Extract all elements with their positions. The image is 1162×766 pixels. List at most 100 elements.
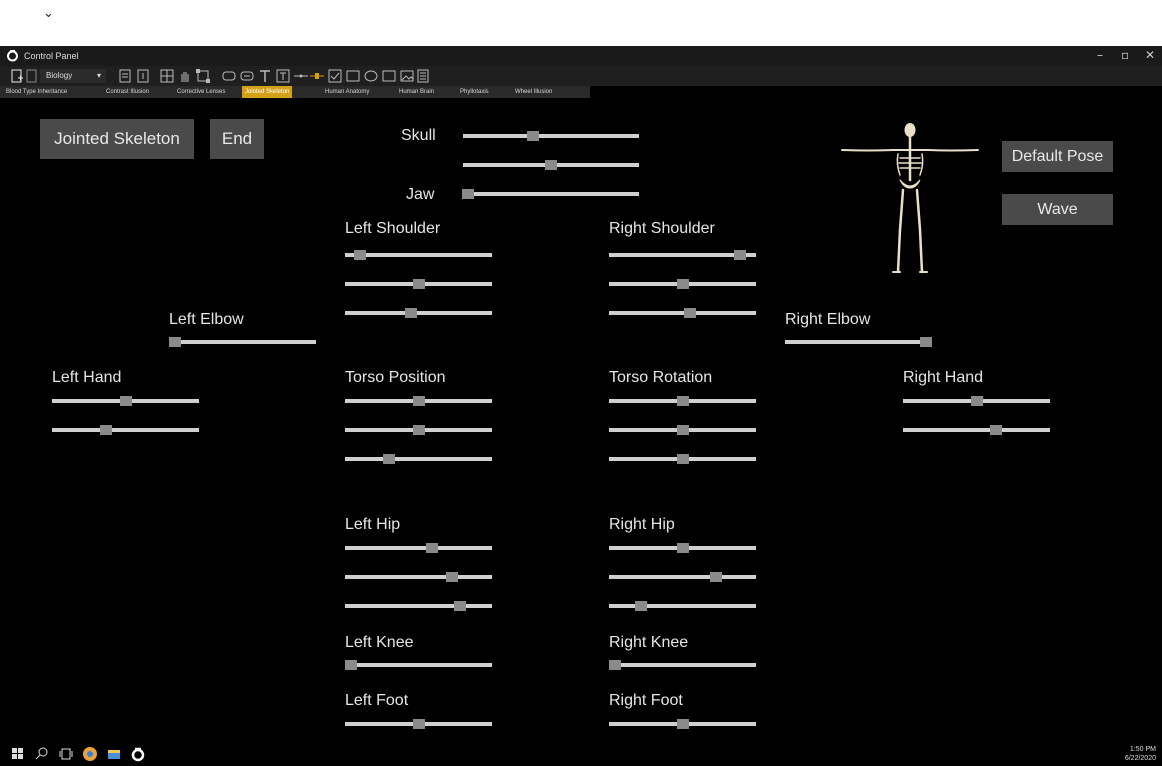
connector-icon[interactable] bbox=[294, 69, 308, 83]
minimize-button[interactable]: – bbox=[1097, 48, 1103, 62]
end-button[interactable]: End bbox=[210, 119, 264, 159]
wave-button[interactable]: Wave bbox=[1002, 194, 1113, 225]
slider-thumb[interactable] bbox=[676, 279, 689, 289]
slider-thumb[interactable] bbox=[412, 396, 425, 406]
left-hip-slider-1[interactable] bbox=[345, 543, 492, 553]
slider-thumb[interactable] bbox=[676, 719, 689, 729]
slider-thumb[interactable] bbox=[425, 543, 438, 553]
slider-thumb[interactable] bbox=[462, 189, 475, 199]
calculator-icon[interactable] bbox=[416, 69, 430, 83]
slider-thumb[interactable] bbox=[710, 572, 723, 582]
slider-thumb[interactable] bbox=[119, 396, 132, 406]
jointed-skeleton-button[interactable]: Jointed Skeleton bbox=[40, 119, 194, 159]
slider-thumb[interactable] bbox=[676, 543, 689, 553]
left-shoulder-slider-2[interactable] bbox=[345, 279, 492, 289]
tab-blood-type-inheritance[interactable]: Blood Type Inheritance bbox=[3, 86, 70, 98]
tab-phyllotaxis[interactable]: Phyllotaxis bbox=[457, 86, 492, 98]
right-knee-slider-1[interactable] bbox=[608, 660, 756, 670]
resize-icon[interactable] bbox=[196, 69, 210, 83]
right-shoulder-slider-2[interactable] bbox=[609, 279, 756, 289]
slider-thumb[interactable] bbox=[733, 250, 746, 260]
close-button[interactable]: ✕ bbox=[1145, 48, 1155, 62]
maximize-button[interactable]: ▫ bbox=[1121, 48, 1129, 62]
box-icon[interactable] bbox=[382, 69, 396, 83]
slider-thumb[interactable] bbox=[676, 396, 689, 406]
slider-thumb[interactable] bbox=[683, 308, 696, 318]
jaw-slider-1[interactable] bbox=[462, 189, 639, 199]
tab-contrast-illusion[interactable]: Contrast Illusion bbox=[103, 86, 152, 98]
slider-thumb[interactable] bbox=[676, 454, 689, 464]
hand-icon[interactable] bbox=[178, 69, 192, 83]
circle-icon[interactable] bbox=[364, 69, 378, 83]
text-frame-icon[interactable] bbox=[276, 69, 290, 83]
delete-file-icon[interactable] bbox=[25, 69, 39, 83]
slider-thumb[interactable] bbox=[527, 131, 540, 141]
rounded-rect-icon[interactable] bbox=[222, 69, 236, 83]
slider-thumb[interactable] bbox=[676, 425, 689, 435]
slider-thumb[interactable] bbox=[989, 425, 1002, 435]
slider-thumb[interactable] bbox=[405, 308, 418, 318]
checkbox-icon[interactable] bbox=[328, 69, 342, 83]
document-icon[interactable] bbox=[136, 69, 150, 83]
left-shoulder-slider-1[interactable] bbox=[345, 250, 492, 260]
windows-start-icon[interactable] bbox=[10, 746, 26, 762]
torso-rotation-slider-3[interactable] bbox=[609, 454, 756, 464]
left-hip-slider-2[interactable] bbox=[345, 572, 492, 582]
slider-thumb[interactable] bbox=[635, 601, 648, 611]
slider-thumb[interactable] bbox=[608, 660, 621, 670]
tab-corrective-lenses[interactable]: Corrective Lenses bbox=[174, 86, 228, 98]
image-icon[interactable] bbox=[400, 69, 414, 83]
new-file-icon[interactable] bbox=[10, 69, 24, 83]
right-hand-slider-1[interactable] bbox=[903, 396, 1050, 406]
task-view-icon[interactable] bbox=[58, 746, 74, 762]
left-knee-slider-1[interactable] bbox=[344, 660, 492, 670]
slider-thumb[interactable] bbox=[446, 572, 459, 582]
skull-slider-2[interactable] bbox=[463, 160, 639, 170]
default-pose-button[interactable]: Default Pose bbox=[1002, 141, 1113, 172]
torso-rotation-slider-2[interactable] bbox=[609, 425, 756, 435]
right-elbow-slider-1[interactable] bbox=[785, 337, 933, 347]
slider-thumb[interactable] bbox=[412, 719, 425, 729]
slider-thumb[interactable] bbox=[453, 601, 466, 611]
tab-wheel-illusion[interactable]: Wheel Illusion bbox=[512, 86, 555, 98]
slider-thumb[interactable] bbox=[100, 425, 113, 435]
subject-dropdown[interactable]: Biology ▾ bbox=[40, 69, 106, 83]
tab-human-brain[interactable]: Human Brain bbox=[396, 86, 437, 98]
right-hip-slider-1[interactable] bbox=[609, 543, 756, 553]
slider-thumb[interactable] bbox=[412, 425, 425, 435]
slider-thumb[interactable] bbox=[412, 279, 425, 289]
skull-slider-1[interactable] bbox=[463, 131, 639, 141]
right-hand-slider-2[interactable] bbox=[903, 425, 1050, 435]
slider-thumb[interactable] bbox=[383, 454, 396, 464]
slider-thumb[interactable] bbox=[168, 337, 181, 347]
page-icon[interactable] bbox=[118, 69, 132, 83]
torso-position-slider-2[interactable] bbox=[345, 425, 492, 435]
slider-thumb[interactable] bbox=[545, 160, 557, 170]
tab-human-anatomy[interactable]: Human Anatomy bbox=[322, 86, 372, 98]
slider-thumb[interactable] bbox=[344, 660, 357, 670]
torso-position-slider-3[interactable] bbox=[345, 454, 492, 464]
left-hand-slider-1[interactable] bbox=[52, 396, 199, 406]
slider-thumb[interactable] bbox=[353, 250, 366, 260]
torso-position-slider-1[interactable] bbox=[345, 396, 492, 406]
left-shoulder-slider-3[interactable] bbox=[345, 308, 492, 318]
slider-thumb[interactable] bbox=[920, 337, 933, 347]
right-foot-slider-1[interactable] bbox=[609, 719, 756, 729]
text-box-icon[interactable] bbox=[240, 69, 254, 83]
left-hand-slider-2[interactable] bbox=[52, 425, 199, 435]
grid-icon[interactable] bbox=[160, 69, 174, 83]
left-elbow-slider-1[interactable] bbox=[168, 337, 316, 347]
left-hip-slider-3[interactable] bbox=[345, 601, 492, 611]
right-hip-slider-2[interactable] bbox=[609, 572, 756, 582]
search-icon[interactable] bbox=[34, 746, 50, 762]
left-foot-slider-1[interactable] bbox=[345, 719, 492, 729]
torso-rotation-slider-1[interactable] bbox=[609, 396, 756, 406]
app-logo-icon[interactable] bbox=[130, 746, 146, 762]
chrome-icon[interactable] bbox=[82, 746, 98, 762]
text-tool-icon[interactable] bbox=[258, 69, 272, 83]
chevron-down-icon[interactable]: ⌄ bbox=[43, 6, 54, 21]
rectangle-icon[interactable] bbox=[346, 69, 360, 83]
right-hip-slider-3[interactable] bbox=[609, 601, 756, 611]
tab-jointed-skeleton[interactable]: Jointed Skeleton bbox=[242, 86, 293, 98]
right-shoulder-slider-1[interactable] bbox=[609, 250, 756, 260]
